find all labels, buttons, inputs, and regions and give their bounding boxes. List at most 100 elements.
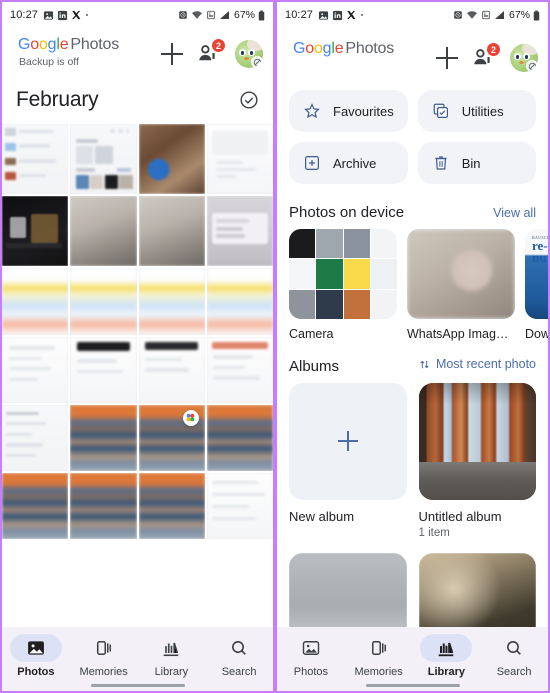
photo-thumbnail-colorful-1[interactable]	[2, 268, 69, 335]
nav-item-library[interactable]: Library	[138, 634, 206, 678]
nav-item-photos[interactable]: Photos	[277, 634, 345, 678]
nav-label-photos: Photos	[17, 665, 55, 678]
photo-thumbnail-screenshot-list[interactable]	[2, 124, 69, 195]
library-icon	[439, 642, 454, 656]
nav-item-photos[interactable]: Photos	[2, 633, 70, 678]
device-folder-camera[interactable]: Camera	[289, 229, 397, 341]
add-icon[interactable]	[436, 47, 458, 69]
check-circle-icon[interactable]	[239, 90, 259, 110]
app-bar-actions-right: 2	[436, 40, 538, 72]
album-thumbnail-trees	[418, 553, 536, 627]
photo-thumbnail-screenshot-white-4[interactable]	[138, 336, 205, 403]
alarm-icon	[453, 10, 463, 20]
backup-off-badge-icon	[251, 56, 263, 68]
nav-item-search[interactable]: Search	[205, 634, 273, 678]
avatar[interactable]	[235, 40, 263, 68]
chip-favourites[interactable]: Favourites	[289, 90, 408, 132]
photo-thumbnail-pipe-1[interactable]	[70, 196, 137, 267]
logo-letter-g1: G	[293, 40, 306, 57]
photo-thumbnail-screenshot-white-2[interactable]	[2, 336, 69, 403]
view-all-link[interactable]: View all	[493, 206, 536, 220]
nav-label-memories: Memories	[79, 665, 128, 678]
logo-letter-o2: o	[38, 36, 48, 53]
photo-thumbnail-sunset-5[interactable]	[70, 473, 137, 540]
photo-thumbnail-screenshot-white[interactable]	[206, 124, 273, 195]
sim-icon	[481, 10, 491, 20]
device-section-title: Photos on device	[289, 204, 405, 221]
photo-thumbnail-dialog[interactable]	[206, 196, 273, 267]
photo-thumbnail-colorful-4[interactable]	[206, 268, 273, 335]
logo-product-word: Photos	[70, 36, 120, 53]
photo-thumbnail-sunset-3[interactable]	[206, 404, 273, 472]
search-icon	[507, 640, 522, 655]
avatar-eye-right	[248, 49, 255, 56]
status-right-icons: 67%	[453, 9, 540, 21]
status-time: 10:27	[285, 9, 314, 21]
library-chips: Favourites Utilities Archive Bin	[277, 84, 548, 188]
album-new[interactable]: New album	[289, 382, 407, 540]
albums-sort-label: Most recent photo	[435, 357, 536, 371]
status-bar-right: 10:27 67%	[277, 2, 548, 28]
gesture-bar-left[interactable]	[2, 678, 273, 687]
battery-percent: 67%	[233, 9, 255, 21]
nav-item-search[interactable]: Search	[480, 634, 548, 678]
chip-archive[interactable]: Archive	[289, 142, 408, 184]
nav-pill-library	[420, 633, 473, 662]
photos-grid-scroll-area[interactable]	[2, 124, 273, 627]
sharing-icon[interactable]: 2	[197, 38, 226, 65]
photo-thumbnail-screenshot-settings[interactable]	[70, 124, 137, 195]
backup-status-text: Backup is off	[19, 56, 79, 68]
sort-icon	[418, 358, 431, 371]
add-icon	[337, 431, 358, 452]
nav-item-library[interactable]: Library	[413, 633, 481, 678]
nav-pill-memories	[353, 634, 405, 662]
album-partial-rain[interactable]	[289, 553, 407, 627]
avatar[interactable]	[510, 44, 538, 72]
chip-utilities[interactable]: Utilities	[417, 90, 536, 132]
photo-thumbnail-dark-product[interactable]	[2, 196, 69, 267]
device-folders-row[interactable]: Camera WhatsApp Imag… BAUSCH+LOMBre-nu D…	[277, 229, 548, 341]
photo-thumbnail-screenshot-white-6[interactable]	[206, 473, 273, 540]
photo-thumbnail-colorful-3[interactable]	[138, 268, 205, 335]
battery-icon	[258, 10, 265, 21]
album-thumbnail-rain	[289, 553, 407, 627]
dual-screenshot-stage: 10:27 67% Google Photos Backup is off 2 …	[0, 0, 550, 693]
device-folder-thumbnail-download: BAUSCH+LOMBre-nu	[525, 229, 548, 319]
avatar-eye-left	[514, 53, 521, 60]
photo-thumbnail-screenshot-white-5[interactable]	[206, 336, 273, 403]
album-partial-trees[interactable]	[418, 553, 536, 627]
trash-icon	[432, 154, 450, 172]
status-time: 10:27	[10, 9, 39, 21]
app-bar-actions-left: 2	[161, 36, 263, 68]
library-scroll-area[interactable]: Favourites Utilities Archive Bin Photos …	[277, 84, 548, 627]
device-folder-whatsapp[interactable]: WhatsApp Imag…	[407, 229, 515, 341]
signal-icon	[219, 10, 230, 20]
add-icon[interactable]	[161, 43, 183, 65]
photo-thumbnail-sunset-6[interactable]	[138, 473, 205, 540]
sharing-badge: 2	[486, 42, 501, 57]
sharing-icon[interactable]: 2	[472, 42, 501, 69]
photo-thumbnail-colorful-2[interactable]	[70, 268, 137, 335]
photo-thumbnail-screenshot-white-3[interactable]	[70, 336, 137, 403]
device-folder-download[interactable]: BAUSCH+LOMBre-nu Downloa	[525, 229, 548, 341]
chip-bin[interactable]: Bin	[417, 142, 536, 184]
album-untitled[interactable]: Untitled album 1 item	[418, 382, 536, 539]
albums-section-title: Albums	[289, 357, 340, 375]
nav-item-memories[interactable]: Memories	[70, 634, 138, 678]
status-left-icons	[43, 10, 90, 21]
star-icon	[303, 102, 321, 120]
month-header-row: February	[2, 74, 273, 124]
photo-thumbnail-sunset-1[interactable]	[70, 404, 137, 472]
photo-thumbnail-pipe-2[interactable]	[138, 196, 205, 267]
photos-icon	[318, 10, 329, 21]
photo-thumbnail-tools[interactable]	[138, 124, 205, 195]
gesture-bar-right[interactable]	[277, 678, 548, 687]
photo-thumbnail-screenshot-list-2[interactable]	[2, 404, 69, 472]
photo-thumbnail-sunset-4[interactable]	[2, 473, 69, 540]
albums-sort-control[interactable]: Most recent photo	[418, 357, 536, 371]
logo-letter-e: e	[59, 36, 69, 53]
photo-thumbnail-sunset-2[interactable]	[138, 404, 205, 472]
nav-item-memories[interactable]: Memories	[345, 634, 413, 678]
backup-off-badge-icon	[526, 60, 538, 72]
logo-letter-e: e	[334, 40, 344, 57]
